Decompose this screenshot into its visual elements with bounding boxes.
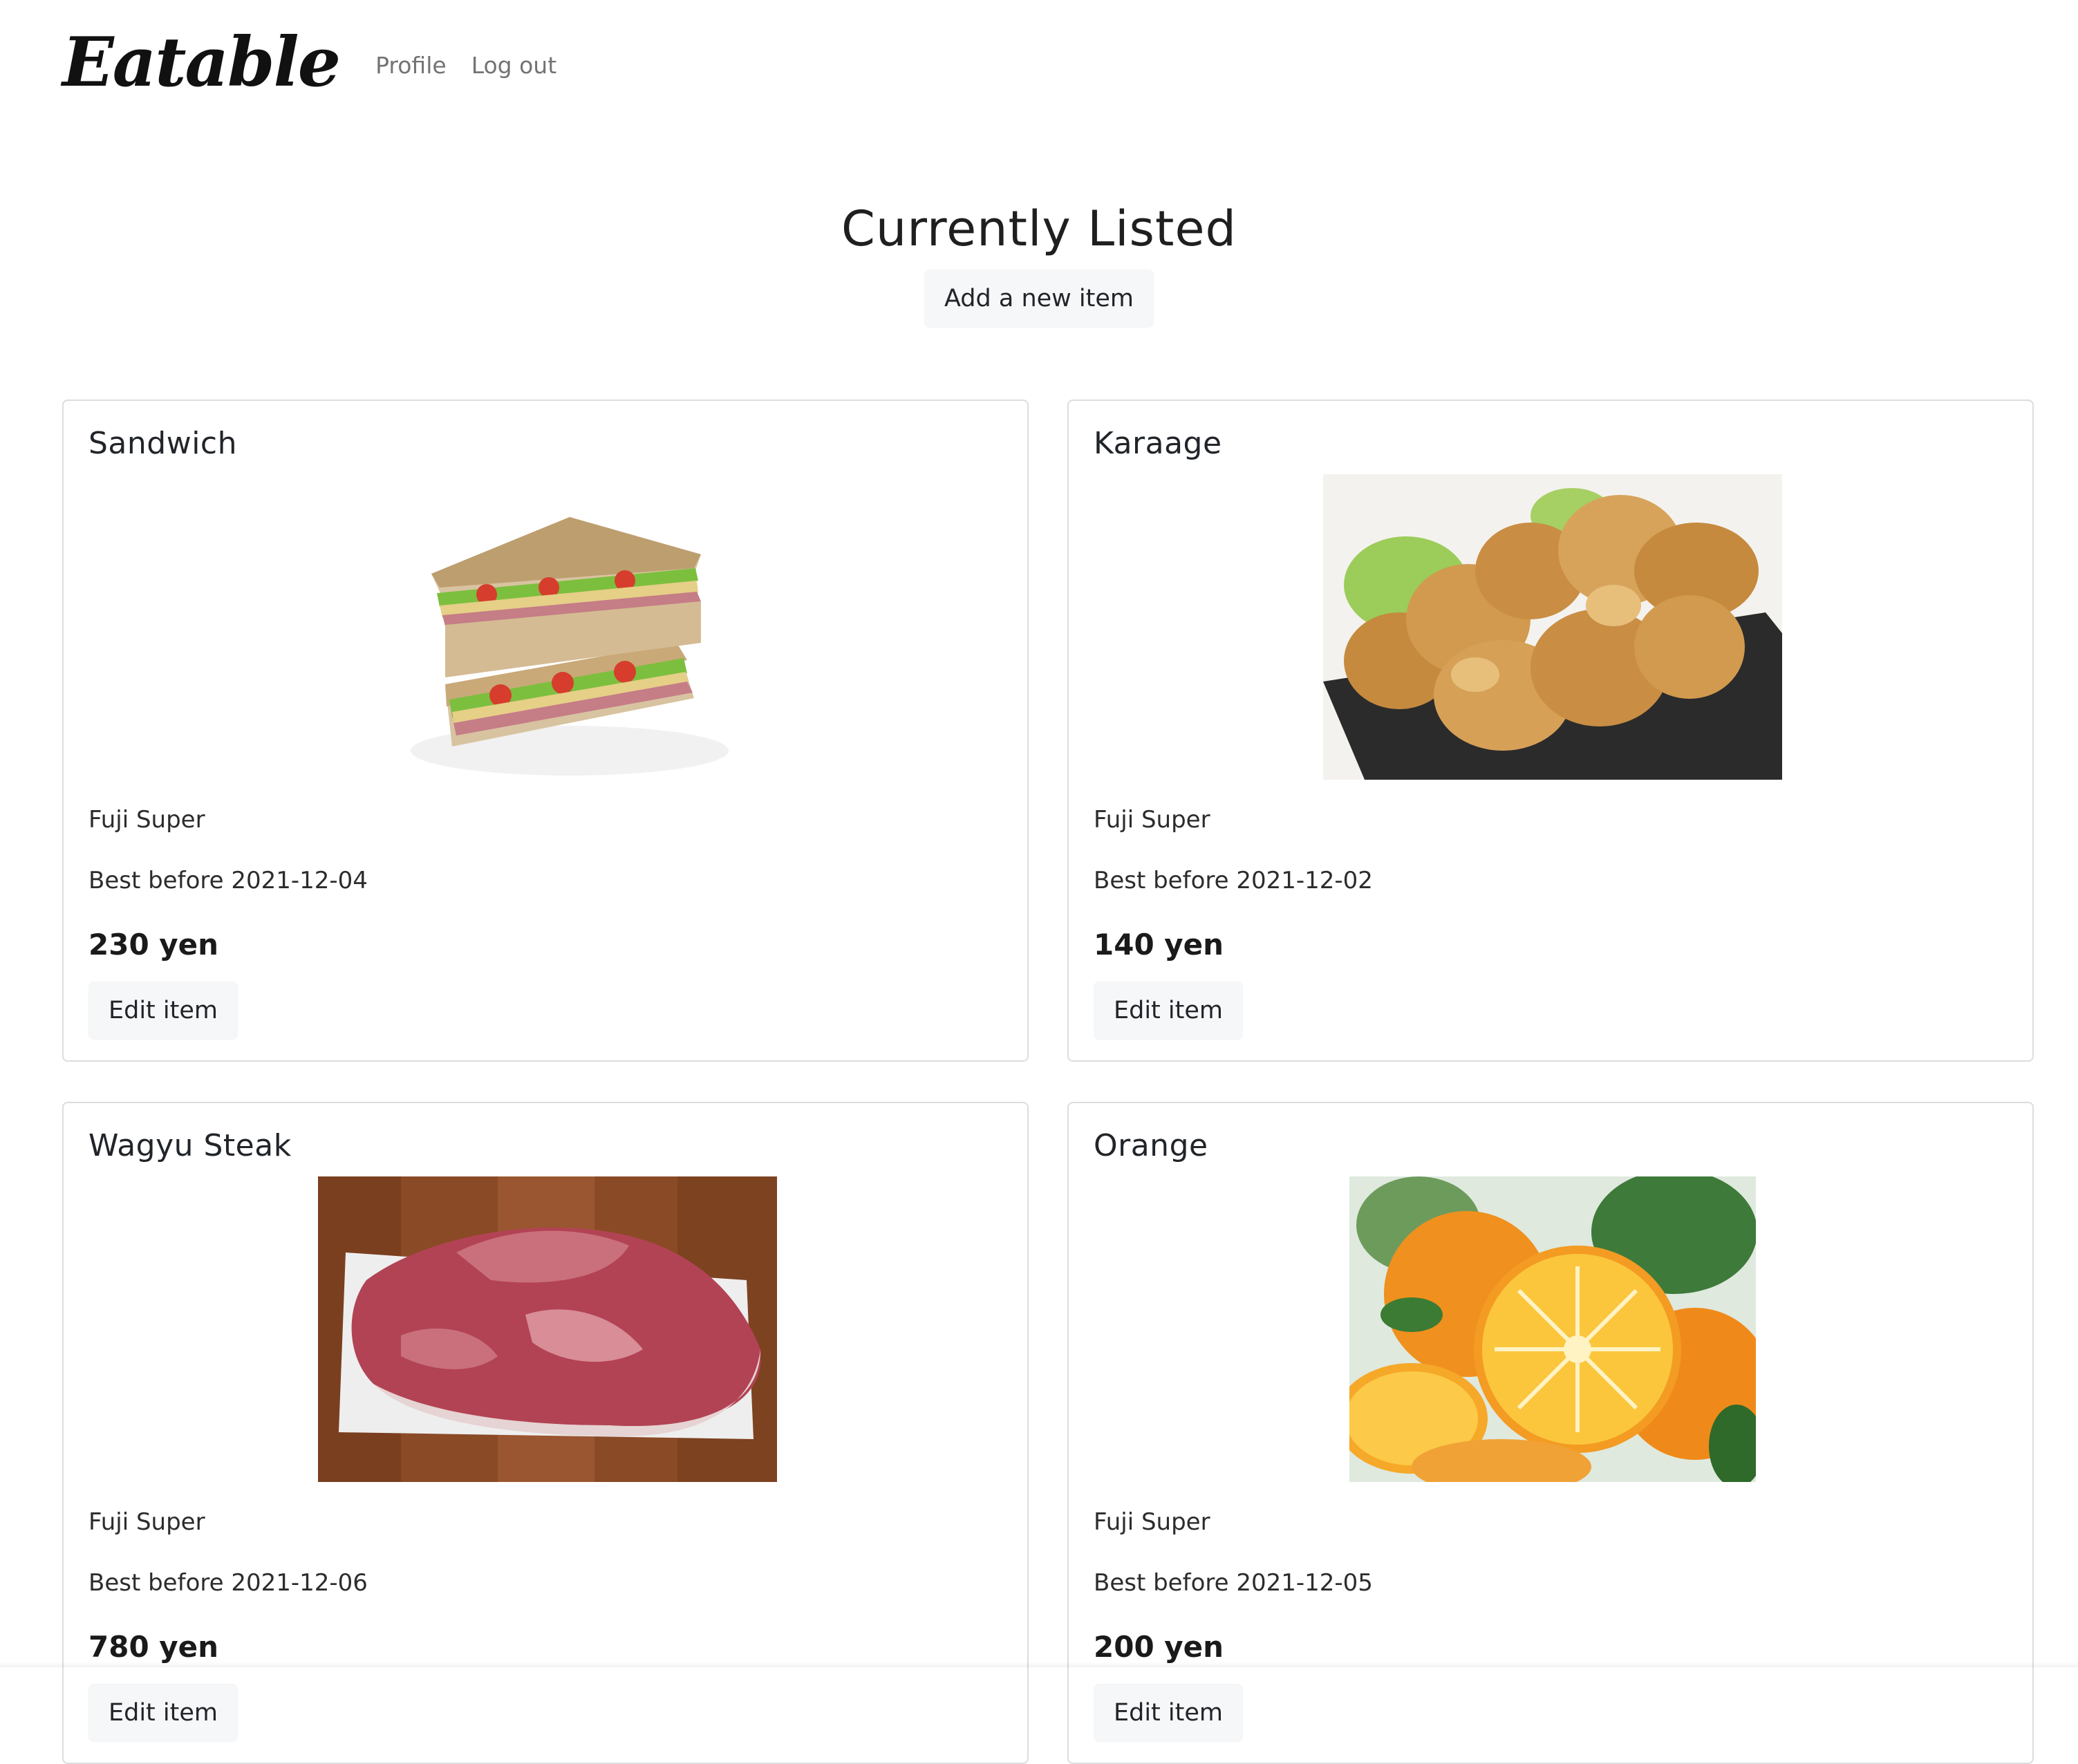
- add-item-button[interactable]: Add a new item: [924, 270, 1154, 328]
- sandwich-image: [404, 477, 777, 782]
- item-store: Fuji Super: [1094, 1508, 1210, 1536]
- edit-item-button[interactable]: Edit item: [1094, 1684, 1243, 1742]
- item-store: Fuji Super: [1094, 806, 1210, 834]
- page-title: Currently Listed: [841, 200, 1237, 257]
- item-price: 200 yen: [1094, 1630, 1224, 1664]
- item-price: 230 yen: [88, 928, 219, 961]
- navbar: Eatable Profile Log out: [62, 18, 581, 108]
- item-best-before: Best before 2021-12-02: [1094, 867, 1373, 894]
- item-store: Fuji Super: [88, 806, 205, 834]
- page-bottom-edge: [0, 1662, 2078, 1667]
- nav-link-logout[interactable]: Log out: [471, 52, 556, 79]
- item-card: Sandwich Fuji Super Best before 2021-12-…: [62, 400, 1029, 1062]
- item-title: Orange: [1094, 1128, 1208, 1163]
- item-best-before: Best before 2021-12-04: [88, 867, 368, 894]
- item-best-before: Best before 2021-12-06: [88, 1569, 368, 1597]
- edit-item-button[interactable]: Edit item: [88, 982, 238, 1040]
- nav-link-profile[interactable]: Profile: [375, 52, 447, 79]
- item-price: 780 yen: [88, 1630, 219, 1664]
- item-title: Wagyu Steak: [88, 1128, 292, 1163]
- steak-image: [318, 1176, 777, 1482]
- edit-item-button[interactable]: Edit item: [1094, 982, 1243, 1040]
- brand-logo[interactable]: Eatable: [62, 29, 341, 97]
- edit-item-button[interactable]: Edit item: [88, 1684, 238, 1742]
- item-title: Karaage: [1094, 426, 1222, 461]
- item-card: Karaage Fuji Super Best before 2021-12-0…: [1067, 400, 2034, 1062]
- orange-image: [1349, 1176, 1756, 1482]
- page-header: Currently Listed Add a new item: [0, 198, 2078, 328]
- item-title: Sandwich: [88, 426, 237, 461]
- karaage-image: [1323, 474, 1782, 780]
- item-best-before: Best before 2021-12-05: [1094, 1569, 1373, 1597]
- item-price: 140 yen: [1094, 928, 1224, 961]
- item-store: Fuji Super: [88, 1508, 205, 1536]
